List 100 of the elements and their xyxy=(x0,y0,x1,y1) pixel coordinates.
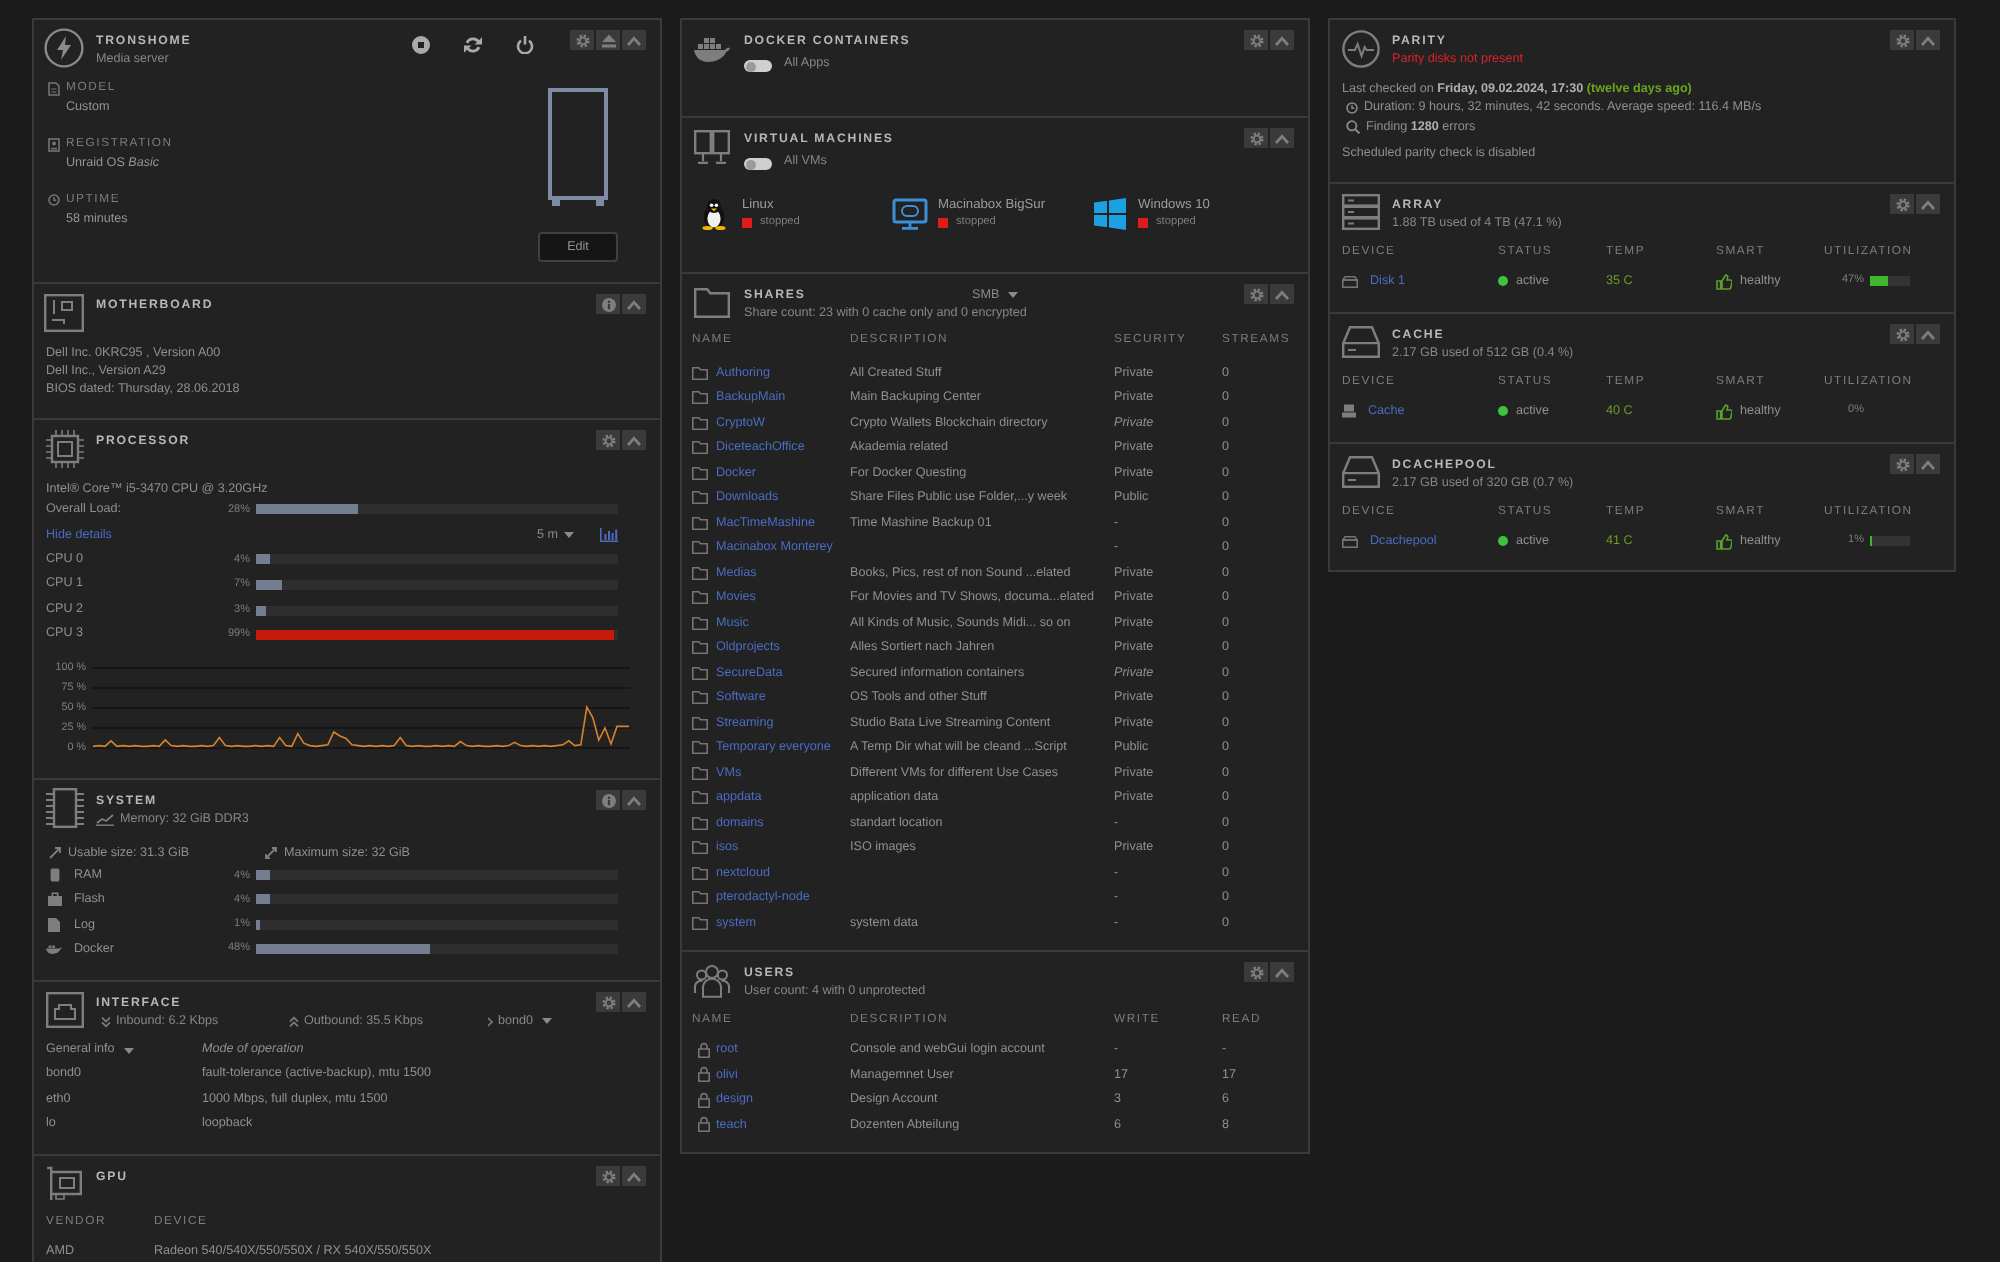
document-icon xyxy=(48,917,60,932)
collapse-button[interactable] xyxy=(1270,30,1294,50)
settings-button[interactable] xyxy=(596,430,620,450)
settings-icon xyxy=(601,1169,615,1183)
collapse-button[interactable] xyxy=(1916,454,1940,474)
monitor-icon[interactable] xyxy=(892,198,928,230)
thumbs-up-icon xyxy=(1716,273,1732,290)
expand-arrows-icon xyxy=(264,845,278,859)
collapse-button[interactable] xyxy=(622,992,646,1012)
server-rack-icon xyxy=(1341,194,1379,230)
pulse-icon xyxy=(1341,29,1379,67)
lock-icon xyxy=(698,1066,710,1083)
collapse-button[interactable] xyxy=(1270,962,1294,982)
collapse-button[interactable] xyxy=(1916,194,1940,214)
settings-icon xyxy=(1895,327,1909,341)
caret-icon xyxy=(541,1018,552,1024)
thumbs-up-icon xyxy=(1716,403,1732,420)
settings-icon xyxy=(601,995,615,1009)
collapse-button[interactable] xyxy=(622,1166,646,1186)
chevron-up-icon xyxy=(1274,967,1290,977)
settings-button[interactable] xyxy=(596,1166,620,1186)
info-icon xyxy=(601,793,615,807)
settings-button[interactable] xyxy=(1244,962,1268,982)
chevron-up-icon xyxy=(1274,35,1290,45)
toggle-switch[interactable] xyxy=(744,60,772,72)
whale-icon xyxy=(694,35,730,61)
settings-button[interactable] xyxy=(1244,284,1268,304)
chevron-up-icon xyxy=(1920,329,1936,339)
chevron-up-icon xyxy=(626,997,642,1007)
power-icon[interactable] xyxy=(516,36,534,54)
collapse-button[interactable] xyxy=(1270,128,1294,148)
motherboard-icon xyxy=(44,293,84,331)
double-chevron-down-icon xyxy=(100,1015,112,1027)
id-badge-icon xyxy=(48,137,60,151)
chevron-up-icon xyxy=(1274,133,1290,143)
search-icon xyxy=(1346,119,1360,134)
info-icon xyxy=(601,297,615,311)
graphics-card-icon xyxy=(46,1166,82,1202)
hard-drive-icon xyxy=(1341,326,1379,358)
users-icon xyxy=(694,963,730,997)
clock-icon xyxy=(48,194,60,206)
eject-icon xyxy=(601,33,615,47)
chevron-up-icon xyxy=(1274,289,1290,299)
chevron-up-icon xyxy=(626,35,642,45)
settings-button[interactable] xyxy=(1890,324,1914,344)
settings-button[interactable] xyxy=(596,992,620,1012)
chevron-up-icon xyxy=(1920,199,1936,209)
document-icon xyxy=(48,81,60,95)
thumbs-up-icon xyxy=(1716,533,1732,550)
chevron-up-icon xyxy=(1920,459,1936,469)
settings-button[interactable] xyxy=(1244,30,1268,50)
collapse-button[interactable] xyxy=(622,294,646,314)
restart-icon[interactable] xyxy=(464,36,482,54)
lock-icon xyxy=(698,1116,710,1133)
four-panes-icon[interactable] xyxy=(1094,198,1126,230)
memory-stick-icon xyxy=(49,868,59,883)
bar-chart-icon[interactable] xyxy=(600,527,618,542)
whale-icon xyxy=(46,944,62,955)
lightning-bolt-icon xyxy=(44,28,84,68)
chevron-up-icon xyxy=(626,435,642,445)
settings-icon xyxy=(1895,33,1909,47)
info-button[interactable] xyxy=(596,294,620,314)
briefcase-icon xyxy=(47,892,61,907)
settings-icon xyxy=(601,433,615,447)
chevron-up-icon xyxy=(626,795,642,805)
settings-icon xyxy=(1249,33,1263,47)
tower-case-icon xyxy=(548,88,608,206)
network-port-icon xyxy=(45,992,83,1028)
arrow-icon xyxy=(48,845,62,859)
processor-chip-icon xyxy=(45,429,83,467)
toggle-switch[interactable] xyxy=(744,158,772,170)
drive-chip-icon xyxy=(1342,404,1356,419)
two-monitors-icon xyxy=(694,129,730,163)
settings-icon xyxy=(1249,131,1263,145)
chevron-up-icon xyxy=(626,299,642,309)
settings-icon xyxy=(1249,965,1263,979)
settings-button[interactable] xyxy=(1890,30,1914,50)
stop-icon[interactable] xyxy=(412,36,430,54)
caret-icon xyxy=(124,1047,135,1054)
settings-button[interactable] xyxy=(570,30,594,50)
settings-button[interactable] xyxy=(1244,128,1268,148)
line-chart-icon xyxy=(96,813,114,825)
settings-button[interactable] xyxy=(1890,454,1914,474)
caret-icon xyxy=(564,531,574,538)
settings-icon xyxy=(1249,287,1263,301)
eject-button[interactable] xyxy=(596,30,620,50)
lock-icon xyxy=(698,1091,710,1108)
collapse-button[interactable] xyxy=(622,430,646,450)
collapse-button[interactable] xyxy=(622,30,646,50)
collapse-button[interactable] xyxy=(1916,30,1940,50)
settings-button[interactable] xyxy=(1890,194,1914,214)
collapse-button[interactable] xyxy=(622,790,646,810)
memory-module-icon xyxy=(45,788,83,828)
collapse-button[interactable] xyxy=(1916,324,1940,344)
info-button[interactable] xyxy=(596,790,620,810)
penguin-icon[interactable] xyxy=(700,198,728,230)
chevron-up-icon xyxy=(1920,35,1936,45)
hard-drive-icon xyxy=(1341,456,1379,488)
settings-icon xyxy=(1895,457,1909,471)
collapse-button[interactable] xyxy=(1270,284,1294,304)
